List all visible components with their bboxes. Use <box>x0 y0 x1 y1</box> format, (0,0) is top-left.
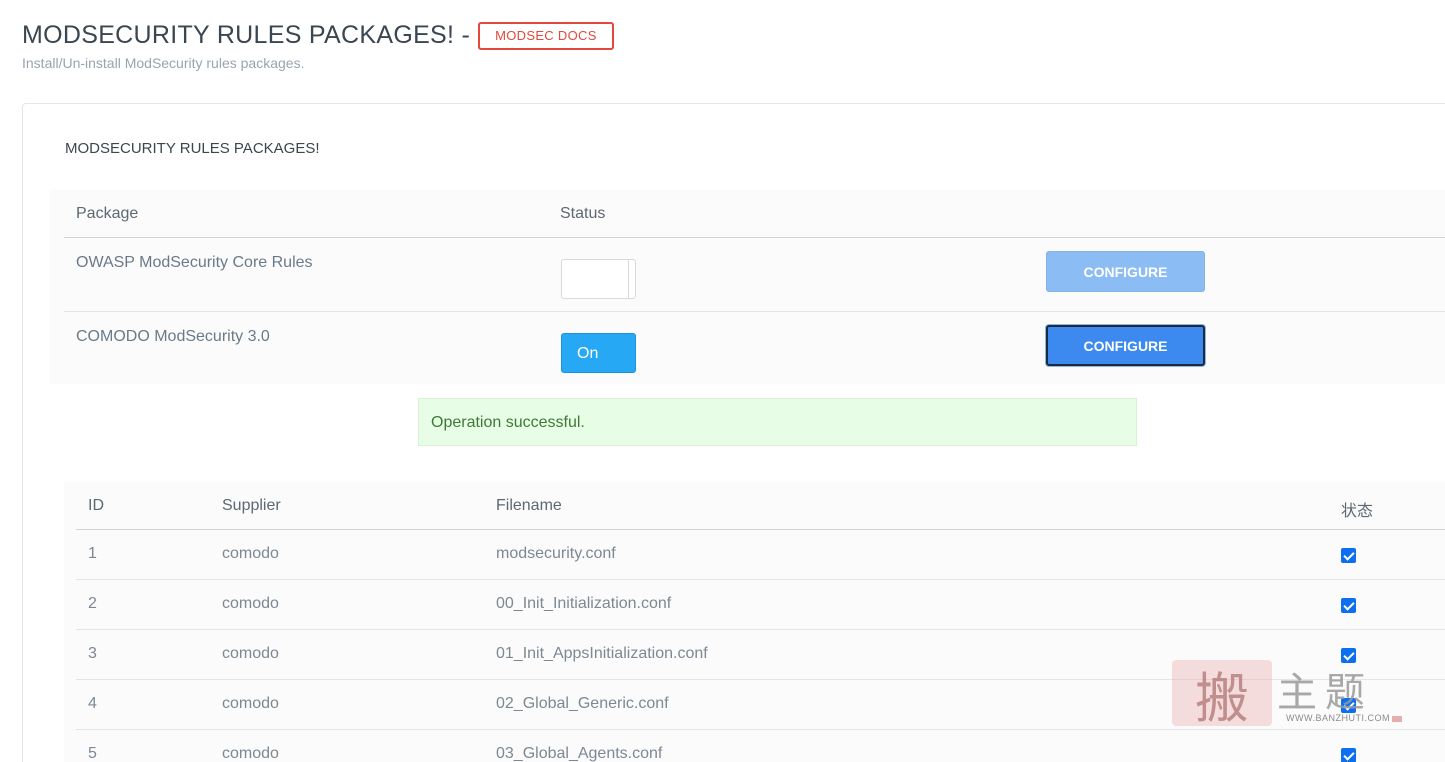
column-supplier: Supplier <box>222 497 281 514</box>
rule-id: 4 <box>88 695 97 712</box>
rule-filename: 01_Init_AppsInitialization.conf <box>496 645 708 662</box>
package-name: OWASP ModSecurity Core Rules <box>76 254 313 271</box>
card-title: MODSECURITY RULES PACKAGES! <box>65 140 320 157</box>
page-title-text: MODSECURITY RULES PACKAGES! - <box>22 21 471 49</box>
watermark-bar <box>1392 716 1402 722</box>
status-toggle-off[interactable] <box>561 259 636 299</box>
column-id: ID <box>88 497 104 514</box>
rule-id: 1 <box>88 545 97 562</box>
success-alert: Operation successful. <box>418 398 1137 446</box>
table-row: 5 comodo 03_Global_Agents.conf <box>76 730 1445 762</box>
page-title: MODSECURITY RULES PACKAGES! - MODSEC DOC… <box>22 21 614 50</box>
modsec-docs-button[interactable]: MODSEC DOCS <box>478 21 614 50</box>
rule-filename: modsecurity.conf <box>496 545 616 562</box>
rule-supplier: comodo <box>222 595 279 612</box>
toggle-knob <box>628 260 629 298</box>
table-row: 2 comodo 00_Init_Initialization.conf <box>76 580 1445 630</box>
watermark-url: WWW.BANZHUTI.COM <box>1286 713 1390 723</box>
status-toggle-on[interactable]: On <box>561 333 636 373</box>
package-row-comodo: COMODO ModSecurity 3.0 On CONFIGURE <box>64 312 1445 386</box>
rule-supplier: comodo <box>222 695 279 712</box>
package-row-owasp: OWASP ModSecurity Core Rules CONFIGURE <box>64 238 1445 312</box>
column-filename: Filename <box>496 497 562 514</box>
rule-enabled-checkbox[interactable] <box>1341 548 1356 563</box>
rule-supplier: comodo <box>222 745 279 762</box>
rule-filename: 00_Init_Initialization.conf <box>496 595 672 612</box>
watermark-logo: 搬 主题 WWW.BANZHUTI.COM <box>1172 660 1402 730</box>
rule-filename: 02_Global_Generic.conf <box>496 695 669 712</box>
rules-table-header: ID Supplier Filename 状态 <box>76 482 1445 530</box>
toggle-label: On <box>577 345 599 362</box>
table-row: 1 comodo modsecurity.conf <box>76 530 1445 580</box>
column-status: Status <box>560 205 606 222</box>
rule-filename: 03_Global_Agents.conf <box>496 745 663 762</box>
rule-enabled-checkbox[interactable] <box>1341 748 1356 762</box>
column-package: Package <box>76 205 139 222</box>
watermark-seal: 搬 <box>1172 660 1272 730</box>
rule-id: 2 <box>88 595 97 612</box>
rule-supplier: comodo <box>222 645 279 662</box>
rule-enabled-checkbox[interactable] <box>1341 598 1356 613</box>
packages-table-header: Package Status <box>64 190 1445 238</box>
column-status: 状态 <box>1341 503 1374 520</box>
page-subtitle: Install/Un-install ModSecurity rules pac… <box>22 55 305 71</box>
rule-supplier: comodo <box>222 545 279 562</box>
configure-button[interactable]: CONFIGURE <box>1046 325 1205 366</box>
watermark-text: 主题 <box>1277 670 1373 716</box>
packages-table: Package Status OWASP ModSecurity Core Ru… <box>50 190 1445 384</box>
configure-button[interactable]: CONFIGURE <box>1046 251 1205 292</box>
rule-id: 3 <box>88 645 97 662</box>
package-name: COMODO ModSecurity 3.0 <box>76 328 270 345</box>
rule-id: 5 <box>88 745 97 762</box>
